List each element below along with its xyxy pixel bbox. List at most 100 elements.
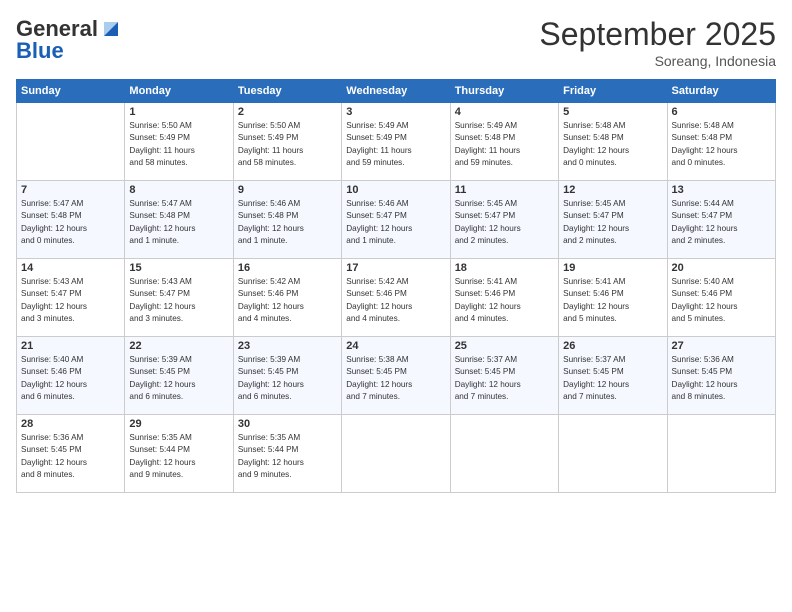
info-line: and 3 minutes. [21, 314, 75, 323]
info-line: Daylight: 12 hours [455, 302, 521, 311]
day-info: Sunrise: 5:38 AMSunset: 5:45 PMDaylight:… [346, 354, 445, 403]
calendar-cell: 10Sunrise: 5:46 AMSunset: 5:47 PMDayligh… [342, 181, 450, 259]
day-number: 25 [455, 340, 554, 352]
day-number: 10 [346, 184, 445, 196]
location-subtitle: Soreang, Indonesia [539, 53, 776, 69]
info-line: Sunrise: 5:35 AM [238, 433, 300, 442]
info-line: Sunrise: 5:36 AM [21, 433, 83, 442]
day-info: Sunrise: 5:49 AMSunset: 5:49 PMDaylight:… [346, 120, 445, 169]
info-line: Daylight: 12 hours [672, 224, 738, 233]
info-line: Daylight: 12 hours [129, 380, 195, 389]
day-number: 17 [346, 262, 445, 274]
calendar-cell: 7Sunrise: 5:47 AMSunset: 5:48 PMDaylight… [17, 181, 125, 259]
header: General Blue September 2025 Soreang, Ind… [16, 16, 776, 69]
info-line: Daylight: 12 hours [346, 380, 412, 389]
info-line: Sunrise: 5:47 AM [129, 199, 191, 208]
info-line: Sunrise: 5:50 AM [129, 121, 191, 130]
calendar-cell: 9Sunrise: 5:46 AMSunset: 5:48 PMDaylight… [233, 181, 341, 259]
day-number: 8 [129, 184, 228, 196]
day-number: 6 [672, 106, 771, 118]
info-line: and 8 minutes. [672, 392, 726, 401]
info-line: Sunset: 5:48 PM [672, 133, 733, 142]
info-line: Daylight: 12 hours [563, 224, 629, 233]
day-number: 15 [129, 262, 228, 274]
calendar-cell: 21Sunrise: 5:40 AMSunset: 5:46 PMDayligh… [17, 337, 125, 415]
info-line: Sunset: 5:44 PM [238, 445, 299, 454]
month-title: September 2025 [539, 16, 776, 53]
calendar-cell: 16Sunrise: 5:42 AMSunset: 5:46 PMDayligh… [233, 259, 341, 337]
info-line: Sunset: 5:47 PM [455, 211, 516, 220]
info-line: Daylight: 11 hours [238, 146, 303, 155]
calendar-cell: 24 Sunrise: 5:38 AMSunset: 5:45 PMDayligh… [342, 337, 450, 415]
info-line: Sunrise: 5:48 AM [672, 121, 734, 130]
info-line: Sunrise: 5:40 AM [672, 277, 734, 286]
calendar-cell [17, 103, 125, 181]
info-line: Sunset: 5:45 PM [563, 367, 624, 376]
info-line: Sunrise: 5:42 AM [238, 277, 300, 286]
day-number: 23 [238, 340, 337, 352]
info-line: and 0 minutes. [563, 158, 617, 167]
calendar-table: SundayMondayTuesdayWednesdayThursdayFrid… [16, 79, 776, 493]
calendar-cell: 23Sunrise: 5:39 AMSunset: 5:45 PMDayligh… [233, 337, 341, 415]
day-info: Sunrise: 5:43 AMSunset: 5:47 PMDaylight:… [21, 276, 120, 325]
info-line: and 7 minutes. [563, 392, 617, 401]
info-line: Sunset: 5:48 PM [21, 211, 82, 220]
info-line: Sunrise: 5:37 AM [455, 355, 517, 364]
info-line: Sunrise: 5:36 AM [672, 355, 734, 364]
header-row: SundayMondayTuesdayWednesdayThursdayFrid… [17, 80, 776, 103]
day-header-friday: Friday [559, 80, 667, 103]
calendar-cell: 6Sunrise: 5:48 AMSunset: 5:48 PMDaylight… [667, 103, 775, 181]
logo-icon [100, 18, 122, 40]
day-info: Sunrise: 5:42 AMSunset: 5:46 PMDaylight:… [346, 276, 445, 325]
day-number: 29 [129, 418, 228, 430]
info-line: and 1 minute. [129, 236, 179, 245]
calendar-cell: 30Sunrise: 5:35 AMSunset: 5:44 PMDayligh… [233, 415, 341, 493]
day-info: Sunrise: 5:40 AMSunset: 5:46 PMDaylight:… [21, 354, 120, 403]
day-info: Sunrise: 5:45 AMSunset: 5:47 PMDaylight:… [563, 198, 662, 247]
info-line: Daylight: 11 hours [455, 146, 520, 155]
info-line: Sunset: 5:45 PM [455, 367, 516, 376]
day-number: 9 [238, 184, 337, 196]
info-line: Sunset: 5:47 PM [129, 289, 190, 298]
info-line: Sunset: 5:44 PM [129, 445, 190, 454]
day-number: 30 [238, 418, 337, 430]
week-row-5: 28Sunrise: 5:36 AMSunset: 5:45 PMDayligh… [17, 415, 776, 493]
info-line: Sunrise: 5:47 AM [21, 199, 83, 208]
week-row-4: 21Sunrise: 5:40 AMSunset: 5:46 PMDayligh… [17, 337, 776, 415]
calendar-cell: 22Sunrise: 5:39 AMSunset: 5:45 PMDayligh… [125, 337, 233, 415]
calendar-cell: 5Sunrise: 5:48 AMSunset: 5:48 PMDaylight… [559, 103, 667, 181]
info-line: Sunset: 5:48 PM [455, 133, 516, 142]
info-line: Sunset: 5:46 PM [672, 289, 733, 298]
info-line: Sunset: 5:45 PM [672, 367, 733, 376]
day-info: Sunrise: 5:47 AMSunset: 5:48 PMDaylight:… [129, 198, 228, 247]
calendar-cell: 11Sunrise: 5:45 AMSunset: 5:47 PMDayligh… [450, 181, 558, 259]
info-line: Daylight: 12 hours [455, 380, 521, 389]
info-line: Sunrise: 5:35 AM [129, 433, 191, 442]
info-line: and 4 minutes. [346, 314, 400, 323]
week-row-3: 14Sunrise: 5:43 AMSunset: 5:47 PMDayligh… [17, 259, 776, 337]
day-header-sunday: Sunday [17, 80, 125, 103]
info-line: Daylight: 12 hours [21, 458, 87, 467]
day-number: 16 [238, 262, 337, 274]
day-number: 12 [563, 184, 662, 196]
calendar-cell: 13Sunrise: 5:44 AMSunset: 5:47 PMDayligh… [667, 181, 775, 259]
info-line: and 3 minutes. [129, 314, 183, 323]
info-line: and 2 minutes. [455, 236, 509, 245]
info-line: Sunrise: 5:43 AM [129, 277, 191, 286]
info-line: Sunset: 5:45 PM [238, 367, 299, 376]
day-number: 24 [346, 340, 445, 352]
day-number: 5 [563, 106, 662, 118]
info-line: Daylight: 12 hours [129, 458, 195, 467]
info-line: Sunset: 5:46 PM [238, 289, 299, 298]
calendar-cell: 14Sunrise: 5:43 AMSunset: 5:47 PMDayligh… [17, 259, 125, 337]
info-line: and 4 minutes. [238, 314, 292, 323]
calendar-cell [342, 415, 450, 493]
info-line: and 0 minutes. [21, 236, 75, 245]
calendar-cell: 27Sunrise: 5:36 AMSunset: 5:45 PMDayligh… [667, 337, 775, 415]
calendar-cell: 28Sunrise: 5:36 AMSunset: 5:45 PMDayligh… [17, 415, 125, 493]
info-line: Sunrise: 5:38 AM [346, 355, 408, 364]
info-line: Sunrise: 5:39 AM [129, 355, 191, 364]
info-line: and 6 minutes. [129, 392, 183, 401]
day-info: Sunrise: 5:49 AMSunset: 5:48 PMDaylight:… [455, 120, 554, 169]
day-info: Sunrise: 5:41 AMSunset: 5:46 PMDaylight:… [455, 276, 554, 325]
